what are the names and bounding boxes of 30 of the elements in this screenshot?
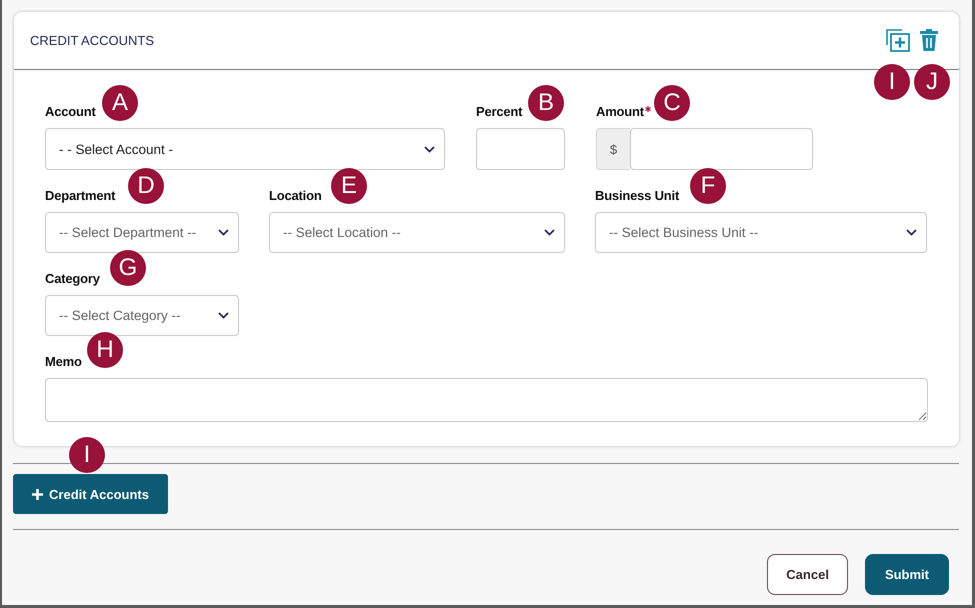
field-label: Location — [269, 188, 323, 204]
input-field[interactable] — [476, 128, 565, 170]
field-label: Business Unit — [595, 188, 680, 204]
chevron-down-icon — [218, 312, 229, 319]
select-field[interactable]: -- Select Category -- — [45, 295, 239, 336]
cancel-button[interactable]: Cancel — [767, 554, 848, 595]
amount-field[interactable] — [630, 128, 813, 170]
select-field[interactable]: -- Select Business Unit -- — [595, 212, 927, 253]
chevron-down-icon — [544, 229, 555, 236]
field-label: Category — [45, 271, 101, 287]
select-field[interactable]: -- Select Department -- — [45, 212, 239, 253]
select-field[interactable]: -- Select Location -- — [269, 212, 565, 253]
currency-prefix: $ — [596, 128, 630, 170]
field-label: Memo — [45, 354, 83, 370]
field-label: Department — [45, 188, 116, 204]
callout-badge: I — [69, 437, 105, 473]
duplicate-icon[interactable] — [885, 28, 911, 52]
field-label: Percent — [476, 104, 524, 120]
required-asterisk-icon — [644, 106, 651, 112]
memo-field[interactable] — [45, 378, 928, 422]
field-label: Account — [45, 104, 97, 120]
submit-button[interactable]: Submit — [864, 554, 949, 595]
chevron-down-icon — [906, 229, 917, 236]
plus-icon — [32, 488, 44, 500]
chevron-down-icon — [424, 146, 435, 152]
trash-icon[interactable] — [919, 28, 939, 52]
select-field[interactable]: - - Select Account - — [45, 128, 445, 170]
chevron-down-icon — [218, 229, 229, 236]
add-credit-accounts-button[interactable]: Credit Accounts — [13, 474, 168, 514]
card-title: CREDIT ACCOUNTS — [30, 33, 154, 48]
